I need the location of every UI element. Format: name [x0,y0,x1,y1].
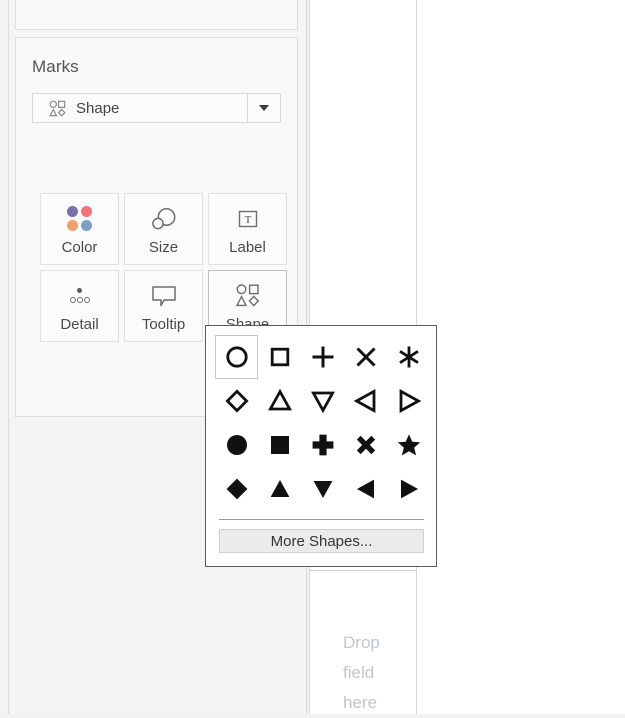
shape-option-triangle-right-filled[interactable] [387,467,430,511]
shape-option-asterisk[interactable] [387,335,430,379]
shapes-icon [49,100,66,117]
marks-size-label: Size [148,238,179,256]
shape-option-square-filled[interactable] [258,423,301,467]
shape-option-plus-bold[interactable] [301,423,344,467]
shape-option-triangle-right-open[interactable] [387,379,430,423]
shapes-icon [235,281,261,311]
drop-field-line-1: Drop [343,633,380,652]
svg-text:T: T [244,214,251,226]
shape-option-diamond-filled[interactable] [215,467,258,511]
marks-detail-label: Detail [60,315,99,333]
marks-button-row-1: Color Size T Label [40,193,290,265]
shape-option-cross-x-bold[interactable] [344,423,387,467]
marks-tooltip-label: Tooltip [141,315,186,333]
shape-option-triangle-down-open[interactable] [301,379,344,423]
marks-detail-button[interactable]: Detail [40,270,119,342]
mark-type-dropdown[interactable]: Shape [32,93,281,123]
marks-tooltip-button[interactable]: Tooltip [124,270,203,342]
label-text-icon: T [236,204,260,234]
shape-option-triangle-down-filled[interactable] [301,467,344,511]
shape-option-triangle-left-open[interactable] [344,379,387,423]
marks-card-title: Marks [32,57,79,76]
shape-option-circle-filled[interactable] [215,423,258,467]
shape-palette-popup: More Shapes... [205,325,437,567]
shape-option-star-filled[interactable] [387,423,430,467]
shape-option-diamond-open[interactable] [215,379,258,423]
shape-option-triangle-up-filled[interactable] [258,467,301,511]
marks-label-label: Label [229,238,266,256]
marks-label-button[interactable]: T Label [208,193,287,265]
chevron-down-icon[interactable] [247,94,280,122]
detail-dots-icon [66,281,94,311]
shape-palette-separator [219,519,424,520]
more-shapes-button[interactable]: More Shapes... [219,529,424,553]
tooltip-bubble-icon [150,281,178,311]
view-axis-rule [310,570,417,571]
shape-option-triangle-left-filled[interactable] [344,467,387,511]
marks-color-button[interactable]: Color [40,193,119,265]
drop-field-line-2: field [343,663,375,682]
color-dots-icon [67,204,92,234]
shape-option-square-open[interactable] [258,335,301,379]
shape-option-plus-thin[interactable] [301,335,344,379]
drop-field-here-target[interactable]: Drop field here [343,628,397,718]
marks-property-buttons: Color Size T Label Detail Tooltip Shape [40,193,290,347]
size-circles-icon [149,204,179,234]
marks-size-button[interactable]: Size [124,193,203,265]
shelf-card-above-marks [15,0,298,30]
panel-left-divider [8,0,9,714]
mark-type-label: Shape [76,99,120,117]
shape-option-circle-open[interactable] [215,335,258,379]
shape-option-cross-x-thin[interactable] [344,335,387,379]
marks-color-label: Color [61,238,98,256]
shape-palette-grid [215,335,430,511]
shape-option-triangle-up-open[interactable] [258,379,301,423]
